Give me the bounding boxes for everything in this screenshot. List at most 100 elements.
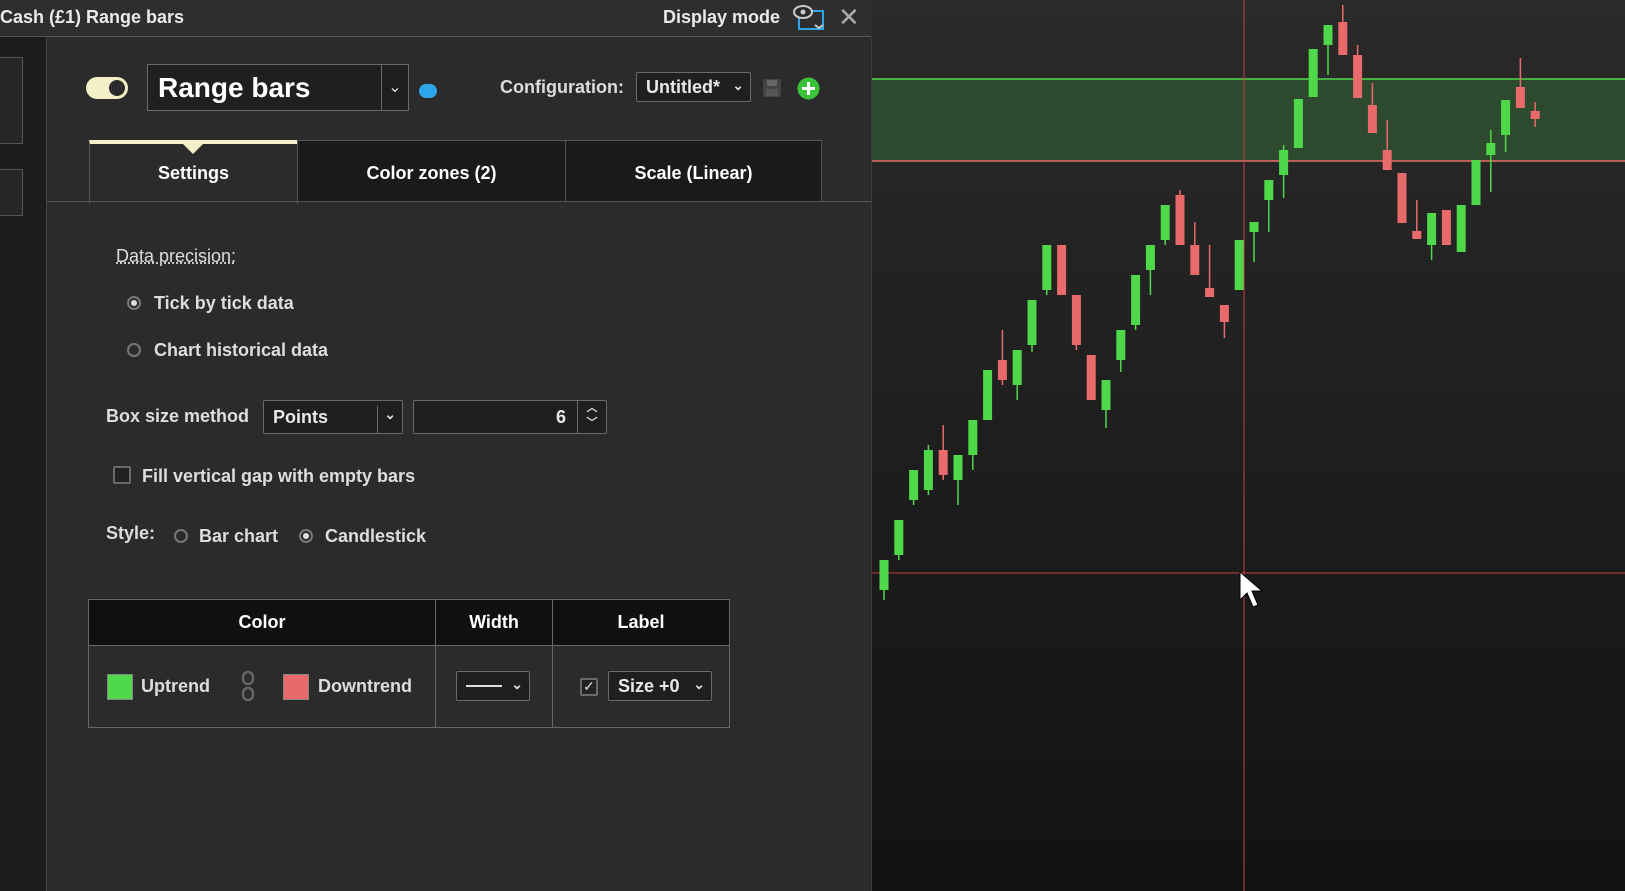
- color-cell: Uptrend Downtrend: [88, 645, 436, 728]
- candle-body: [894, 520, 904, 555]
- tab-divider: [47, 201, 871, 202]
- radio-tick-by-tick[interactable]: [127, 296, 141, 310]
- candle-body: [1530, 111, 1540, 119]
- candle-body: [1131, 275, 1141, 325]
- candle-body: [879, 560, 889, 590]
- candle-body: [1427, 213, 1437, 245]
- left-sidebar-strip: [0, 37, 47, 891]
- header-width: Width: [435, 599, 553, 646]
- configuration-label: Configuration:: [500, 77, 624, 97]
- candle-body: [1397, 173, 1407, 223]
- line-width-select[interactable]: ⌄: [456, 671, 530, 701]
- width-cell: ⌄: [435, 645, 553, 728]
- configuration-select[interactable]: Untitled* ⌄: [636, 72, 751, 102]
- display-mode-label[interactable]: Display mode: [663, 7, 780, 28]
- label-checkbox[interactable]: ✓: [580, 678, 598, 696]
- stepper-arrows-icon[interactable]: ︿ ﹀: [577, 401, 606, 433]
- candle-body: [1086, 355, 1096, 400]
- link-icon[interactable]: [241, 670, 255, 707]
- candle-body: [938, 450, 948, 475]
- downtrend-label: Downtrend: [318, 676, 412, 696]
- candle-body: [1323, 25, 1333, 45]
- candle-body: [1308, 49, 1318, 97]
- radio-candlestick[interactable]: [299, 529, 313, 543]
- candle-body: [1145, 245, 1155, 270]
- tab-color-zones[interactable]: Color zones (2): [297, 140, 566, 201]
- indicator-select[interactable]: Range bars ⌄: [147, 64, 409, 111]
- label-size-value: Size +0: [618, 676, 680, 696]
- label-size-select[interactable]: Size +0 ⌄: [608, 671, 712, 701]
- toggle-knob: [109, 80, 125, 96]
- header-color: Color: [88, 599, 436, 646]
- add-icon[interactable]: [797, 77, 820, 100]
- candle-body: [923, 450, 933, 490]
- candle-body: [983, 370, 993, 420]
- box-size-method-select[interactable]: Points ⌄: [263, 400, 403, 434]
- candle-body: [1456, 205, 1466, 252]
- candle-body: [1012, 350, 1022, 385]
- header-label: Label: [552, 599, 730, 646]
- radio-bar-chart[interactable]: [174, 529, 188, 543]
- box-size-value-stepper[interactable]: 6 ︿ ﹀: [413, 400, 607, 434]
- box-size-method-value: Points: [273, 407, 329, 427]
- mouse-cursor-icon: [1239, 570, 1264, 608]
- fill-gap-label[interactable]: Fill vertical gap with empty bars: [142, 466, 415, 487]
- color-zone: [872, 79, 1625, 161]
- radio-label-tick-by-tick[interactable]: Tick by tick data: [154, 293, 294, 314]
- candle-body: [1486, 143, 1496, 155]
- box-size-value: 6: [555, 407, 566, 427]
- candle-body: [1441, 210, 1451, 245]
- downtrend-swatch[interactable]: [283, 674, 309, 700]
- chevron-down-icon: ⌄: [732, 77, 744, 93]
- radio-chart-historical[interactable]: [127, 343, 141, 357]
- candle-body: [1027, 300, 1037, 345]
- radio-label-bar-chart[interactable]: Bar chart: [199, 526, 278, 547]
- chevron-down-icon: ⌄: [377, 406, 396, 434]
- window-title: Cash (£1) Range bars: [0, 7, 185, 27]
- chevron-down-icon: ⌄: [511, 676, 523, 692]
- candle-body: [1382, 150, 1392, 170]
- candle-body: [1515, 87, 1525, 108]
- indicator-name: Range bars: [158, 72, 311, 103]
- candle-body: [1234, 240, 1244, 290]
- active-tab-pointer: [183, 144, 203, 154]
- uptrend-swatch[interactable]: [107, 674, 133, 700]
- strip-panel-lower[interactable]: [0, 169, 23, 216]
- price-chart[interactable]: [872, 0, 1625, 891]
- comment-icon[interactable]: [419, 84, 437, 98]
- configuration-value: Untitled*: [646, 77, 720, 97]
- candle-body: [1501, 100, 1511, 135]
- chevron-down-icon[interactable]: ⌄: [381, 65, 408, 110]
- label-cell: ✓ Size +0 ⌄: [552, 645, 730, 728]
- candle-body: [1412, 231, 1422, 239]
- candle-body: [1249, 222, 1259, 232]
- tab-scale[interactable]: Scale (Linear): [565, 140, 822, 201]
- candle-body: [1293, 99, 1303, 148]
- line-width-preview: [466, 685, 502, 687]
- candle-body: [1116, 330, 1126, 360]
- strip-panel-upper[interactable]: [0, 57, 23, 144]
- candle-body: [968, 420, 978, 455]
- box-size-label: Box size method: [106, 406, 250, 426]
- color-table: Color Width Label Uptrend Downtrend ⌄ ✓ …: [88, 599, 730, 728]
- candle-body: [1175, 195, 1185, 245]
- radio-label-candlestick[interactable]: Candlestick: [325, 526, 426, 547]
- close-icon[interactable]: ✕: [838, 2, 860, 33]
- candle-body: [1471, 160, 1481, 205]
- title-bar: Cash (£1) Range bars Display mode ✕: [0, 0, 871, 37]
- candle-body: [1367, 105, 1377, 133]
- save-icon[interactable]: [761, 77, 783, 99]
- candle-body: [1353, 55, 1363, 98]
- candle-body: [909, 470, 919, 500]
- radio-label-chart-historical[interactable]: Chart historical data: [154, 340, 328, 361]
- uptrend-label: Uptrend: [141, 676, 210, 696]
- candle-body: [1160, 205, 1170, 240]
- indicator-toggle[interactable]: [86, 77, 128, 99]
- candle-body: [953, 455, 963, 480]
- fill-gap-checkbox[interactable]: [113, 466, 131, 484]
- candle-body: [1279, 150, 1289, 175]
- display-mode-icon[interactable]: [791, 3, 825, 31]
- candle-body: [1205, 288, 1215, 297]
- chevron-down-icon: ⌄: [693, 676, 705, 692]
- chart-canvas[interactable]: [872, 0, 1625, 891]
